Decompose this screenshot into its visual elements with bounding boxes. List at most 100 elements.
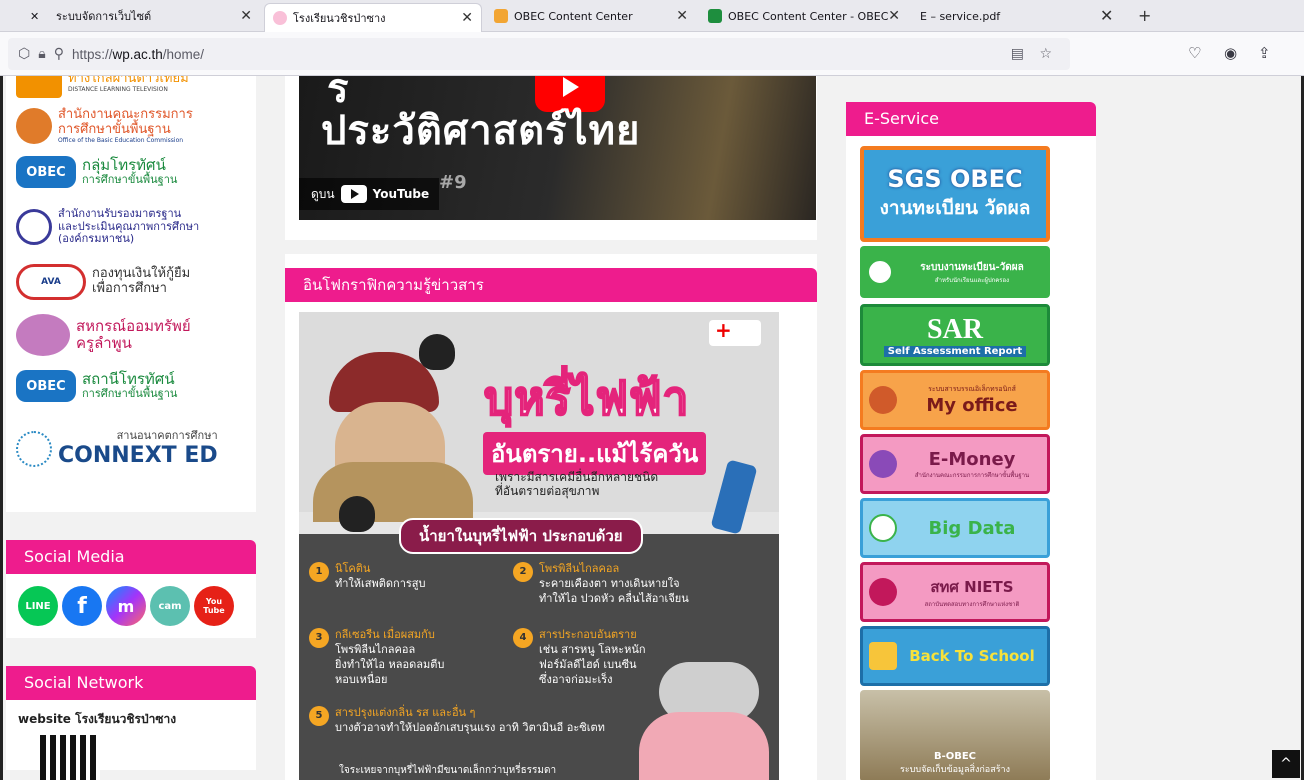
infographic-poster[interactable]: บุหรี่ไฟฟ้า อันตราย..แม้ไร้ควัน เพราะมีส… <box>299 312 779 780</box>
tab-obec-content-2[interactable]: OBEC Content Center - OBEC ✕ <box>700 0 908 32</box>
eservice-label: ระบบงานทะเบียน-วัดผล <box>920 261 1024 273</box>
slf-logo[interactable]: AVA กองทุนเงินให้กู้ยืม เพื่อการศึกษา <box>16 264 190 300</box>
watch-on-youtube[interactable]: ดูบน YouTube <box>299 178 440 210</box>
big-data-link[interactable]: Big Data <box>860 498 1050 558</box>
video-thumbnail[interactable]: ร ประวัติศาสตร์ไทย #9 ดูบน YouTube <box>299 76 816 220</box>
item-text: ฟอร์มัลดีไฮด์ เบนซีน <box>539 657 637 671</box>
item-text: ยิ่งทำให้ไอ หลอดลมตีบ <box>335 657 445 671</box>
facebook-icon[interactable]: f <box>62 586 102 626</box>
bookmark-star-icon[interactable]: ☆ <box>1039 46 1052 62</box>
connext-ed-logo[interactable]: สานอนาคตการศึกษา CONNEXT ED <box>16 429 218 468</box>
footer-text: ใจระเหยจากบุหรี่ไฟฟ้ามีขนาดเล็กกว่าบุหรี… <box>339 765 557 776</box>
logo-label: การศึกษาขั้นพื้นฐาน <box>58 121 171 137</box>
dltv-icon <box>16 76 62 98</box>
navigation-bar: ⬡ 🔒︎ ⚲ https://wp.ac.th/home/ ▤ ☆ ♡ ◉ ⇪ <box>0 32 1304 76</box>
social-media-links: LINE f m cam You Tube <box>6 574 256 638</box>
eservice-sub: ระบบจัดเก็บข้อมูลสิ่งก่อสร้าง <box>900 765 1010 775</box>
sgs-obec-link[interactable]: SGS OBEC งานทะเบียน วัดผล <box>860 146 1050 242</box>
shield-icon[interactable]: ⬡ <box>18 46 30 62</box>
poster-item: 1 นิโคติน ทำให้เสพติดการสูบ <box>309 562 426 592</box>
close-icon[interactable]: ✕ <box>1100 6 1113 25</box>
skull-icon <box>339 496 375 532</box>
account-icon[interactable]: ◉ <box>1224 44 1237 62</box>
permissions-icon[interactable]: ⚲ <box>54 46 64 62</box>
school-icon <box>869 642 897 670</box>
connext-icon <box>16 430 52 467</box>
item-title: กลีเซอรีน เมื่อผสมกับ <box>335 628 435 641</box>
item-number: 3 <box>309 628 329 648</box>
new-tab-icon[interactable]: + <box>1138 6 1151 25</box>
item-text: ทำให้ไอ ปวดหัว คลื่นไส้อาเจียน <box>539 591 689 605</box>
address-bar[interactable]: ⬡ 🔒︎ ⚲ https://wp.ac.th/home/ ▤ ☆ <box>8 38 1070 70</box>
reader-view-icon[interactable]: ▤ <box>1011 46 1024 62</box>
niets-link[interactable]: สทศ NIETS สถาบันทดสอบทางการศึกษาแห่งชาติ <box>860 562 1050 622</box>
tab-bar: ✕ ระบบจัดการเว็บไซต์ ✕ โรงเรียนวชิรป่าซา… <box>0 0 1304 32</box>
social-network-heading: Social Network <box>6 666 256 700</box>
poster-item: 5 สารปรุงแต่งกลิ่น รส และอื่น ๆบางตัวอาจ… <box>309 706 605 736</box>
url-text[interactable]: https://wp.ac.th/home/ <box>72 47 204 62</box>
logo-label: สหกรณ์ออมทรัพย์ <box>76 316 191 335</box>
extensions-icon[interactable]: ⇪ <box>1258 44 1271 62</box>
line-icon[interactable]: LINE <box>18 586 58 626</box>
lock-icon[interactable]: 🔒︎ <box>38 46 45 62</box>
infographic-panel: อินโฟกราฟิกความรู้ข่าวสาร บุหรี่ไฟฟ้า อั… <box>285 254 817 780</box>
eservice-sub: สถาบันทดสอบทางการศึกษาแห่งชาติ <box>924 601 1020 608</box>
tab-label: OBEC Content Center <box>514 9 633 23</box>
b-obec-link[interactable]: B-OBEC ระบบจัดเก็บข้อมูลสิ่งก่อสร้าง <box>860 690 1050 780</box>
onesqa-logo[interactable]: สำนักงานรับรองมาตรฐาน และประเมินคุณภาพกา… <box>16 207 199 246</box>
e-money-link[interactable]: E-Money สำนักงานคณะกรรมการการศึกษาขั้นพื้… <box>860 434 1050 494</box>
logo-label: กลุ่มโทรทัศน์ <box>82 156 166 175</box>
obec-channel-icon: OBEC <box>16 370 76 402</box>
back-to-school-link[interactable]: Back To School <box>860 626 1050 686</box>
logo-label: กองทุนเงินให้กู้ยืม <box>92 266 191 282</box>
obec-channel-logo[interactable]: OBEC กลุ่มโทรทัศน์ การศึกษาขั้นพื้นฐาน <box>16 156 177 188</box>
close-icon[interactable]: ✕ <box>888 8 900 24</box>
sgs-student-link[interactable]: ระบบงานทะเบียน-วัดผล สำหรับนักเรียนและผู้… <box>860 246 1050 298</box>
close-icon[interactable]: ✕ <box>461 10 473 26</box>
messenger-icon[interactable]: m <box>106 586 146 626</box>
obec-emblem-icon <box>869 386 897 414</box>
camera-icon[interactable]: cam <box>150 586 190 626</box>
item-text: โพรพิลีนไกลคอล <box>335 642 416 656</box>
dltv-logo[interactable]: ทางไกลผ่านดาวเทียม DISTANCE LEARNING TEL… <box>16 76 189 98</box>
tab-label: ระบบจัดการเว็บไซต์ <box>56 10 152 23</box>
obec-logo[interactable]: สำนักงานคณะกรรมการ การศึกษาขั้นพื้นฐาน O… <box>16 107 193 145</box>
right-sidebar: E-Service SGS OBEC งานทะเบียน วัดผล ระบบ… <box>846 102 1096 780</box>
banner-title: ประวัติศาสตร์ไทย <box>321 108 641 154</box>
item-text: หอบเหนื่อย <box>335 672 388 686</box>
tab-obec-content[interactable]: OBEC Content Center ✕ <box>486 0 696 32</box>
close-icon[interactable]: ✕ <box>676 8 688 24</box>
obec-station-logo[interactable]: OBEC สถานีโทรทัศน์ การศึกษาขั้นพื้นฐาน <box>16 370 177 402</box>
obec-emblem-icon <box>16 108 52 145</box>
close-icon[interactable]: ✕ <box>240 8 252 24</box>
logo-label: CONNEXT ED <box>58 442 218 468</box>
social-media-heading: Social Media <box>6 540 256 574</box>
eservice-sub: งานทะเบียน วัดผล <box>879 197 1031 219</box>
watch-label: ดูบน <box>311 186 335 201</box>
sar-link[interactable]: SAR Self Assessment Report <box>860 304 1050 366</box>
youtube-icon[interactable]: You Tube <box>194 586 234 626</box>
logo-label: สถานีโทรทัศน์ <box>82 370 175 389</box>
tab-eservice-pdf[interactable]: E – service.pdf <box>912 0 1092 32</box>
close-icon[interactable]: ✕ <box>30 10 39 23</box>
qr-code[interactable] <box>40 735 100 780</box>
onesqa-icon <box>16 208 52 245</box>
poster-footer: ใจระเหยจากบุหรี่ไฟฟ้ามีขนาดเล็กกว่าบุหรี… <box>339 764 556 778</box>
logo-label: สานอนาคตการศึกษา <box>116 429 218 442</box>
obec-channel-icon: OBEC <box>16 156 76 188</box>
eservice-sub: ระบบสารบรรณอิเล็กทรอนิกส์ <box>928 385 1016 393</box>
coop-logo[interactable]: สหกรณ์ออมทรัพย์ ครูลำพูน <box>16 314 191 356</box>
poster-desc-line: ที่อันตรายต่อสุขภาพ <box>495 484 600 499</box>
sgs-badge-icon <box>866 258 894 286</box>
tab-website-admin[interactable]: ✕ ระบบจัดการเว็บไซต์ ✕ <box>20 0 260 32</box>
scroll-to-top-button[interactable]: ^ <box>1272 750 1300 778</box>
poster-item: 3 กลีเซอรีน เมื่อผสมกับ โพรพิลีนไกลคอล ยิ่… <box>309 628 444 687</box>
my-office-link[interactable]: ระบบสารบรรณอิเล็กทรอนิกส์ My office <box>860 370 1050 430</box>
main-content: ร ประวัติศาสตร์ไทย #9 ดูบน YouTube อินโฟ… <box>285 76 817 780</box>
tab-school[interactable]: โรงเรียนวชิรป่าซาง ✕ <box>264 3 482 32</box>
pocket-icon[interactable]: ♡ <box>1188 44 1201 62</box>
poster-pill: น้ำยาในบุหรี่ไฟฟ้า ประกอบด้วย <box>399 518 643 554</box>
logo-label: สำนักงานคณะกรรมการ <box>58 107 193 122</box>
logo-label: เพื่อการศึกษา <box>92 281 167 296</box>
partner-logos: ทางไกลผ่านดาวเทียม DISTANCE LEARNING TEL… <box>6 76 256 512</box>
